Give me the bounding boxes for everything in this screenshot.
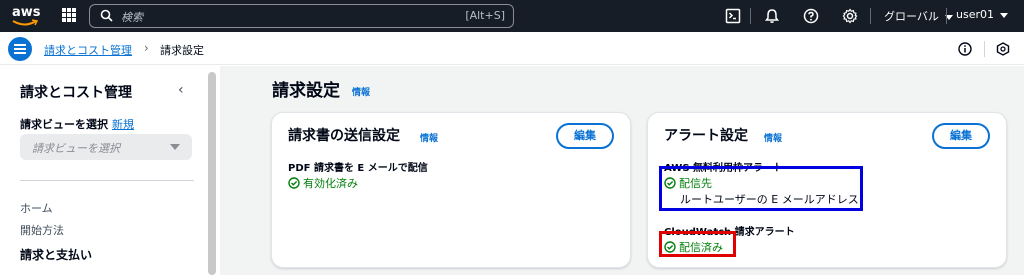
amazon-q-icon[interactable] [996,42,1010,56]
logo-text: aws [12,5,41,20]
edit-button[interactable]: 編集 [556,123,614,149]
check-circle-icon [288,177,300,189]
cloudshell-icon[interactable] [725,8,741,24]
pdf-invoice-label: PDF 請求書を E メールで配信 [288,163,428,174]
page-info-link[interactable]: 情報 [352,85,370,98]
sidebar-scrollbar[interactable] [208,72,216,275]
edit-button[interactable]: 編集 [932,123,990,149]
sidebar-section-billing-payments: 請求と支払い [20,248,93,262]
side-navigation: 請求とコスト管理 ‹ 請求ビューを選択 新規 請求ビューを選択 ホーム 開始方法… [0,66,210,275]
side-navigation-toggle-button[interactable] [8,37,32,61]
page-title: 請求設定 [272,81,340,101]
search-shortcut: [Alt+S] [465,9,505,22]
region-selector[interactable]: グローバル [884,8,953,24]
pdf-invoice-status: 有効化済み [288,175,358,191]
sidebar-item-home[interactable]: ホーム [20,200,53,216]
card-info-link[interactable]: 情報 [420,131,438,144]
settings-gear-icon[interactable] [842,8,858,24]
breadcrumb-current: 請求設定 [160,44,204,57]
caret-down-icon [170,144,180,150]
sidebar-title: 請求とコスト管理 [20,85,132,101]
search-placeholder: 検索 [121,11,143,24]
billing-view-placeholder: 請求ビューを選択 [32,142,120,155]
user-menu[interactable]: user01 [956,8,1008,21]
breadcrumb-separator: › [144,41,149,55]
nav-divider [750,8,751,24]
nav-divider [870,8,871,24]
billing-view-select[interactable]: 請求ビューを選択 [20,134,192,160]
search-input[interactable]: 検索 [Alt+S] [89,4,514,28]
invoice-delivery-card: 請求書の送信設定 情報 編集 PDF 請求書を E メールで配信 有効化済み [271,112,631,268]
status-text: 有効化済み [303,177,358,190]
collapse-sidebar-icon[interactable]: ‹ [178,82,184,98]
notifications-bell-icon[interactable] [764,8,780,24]
aws-logo[interactable]: aws [12,5,42,27]
breadcrumb-link-billing[interactable]: 請求とコスト管理 [44,42,132,58]
toolbar-divider [984,41,985,57]
help-icon[interactable] [803,8,819,24]
services-grid-icon[interactable] [62,8,76,22]
logo-smile-icon [12,19,38,26]
info-icon[interactable] [958,42,972,56]
nav-divider [946,8,947,24]
chevron-down-icon [1000,12,1008,18]
highlight-box-blue [659,166,863,211]
search-icon [100,9,113,22]
sidebar-item-getting-started[interactable]: 開始方法 [20,222,64,238]
top-navigation: aws 検索 [Alt+S] グローバル user01 [0,0,1024,32]
user-name: user01 [956,8,994,21]
new-billing-view-link[interactable]: 新規 [112,116,134,132]
breadcrumb-bar: 請求とコスト管理 › 請求設定 [0,32,1024,65]
billing-view-label: 請求ビューを選択 [20,118,108,131]
region-label: グローバル [884,10,939,23]
card-title: アラート設定 [664,128,748,144]
card-info-link[interactable]: 情報 [764,131,782,144]
sidebar-divider [20,180,194,181]
highlight-box-red [659,231,736,257]
card-title: 請求書の送信設定 [288,128,400,144]
